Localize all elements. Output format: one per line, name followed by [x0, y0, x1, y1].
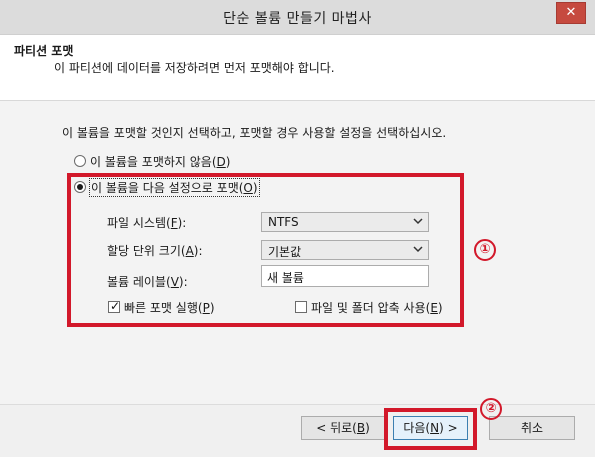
page-subtitle: 이 파티션에 데이터를 저장하려면 먼저 포맷해야 합니다. — [54, 61, 335, 75]
radio-no-format[interactable] — [74, 155, 86, 167]
annotation-badge-1: ① — [474, 239, 496, 261]
annotation-box-next — [384, 408, 477, 450]
wizard-header: 파티션 포맷 이 파티션에 데이터를 저장하려면 먼저 포맷해야 합니다. — [0, 35, 595, 101]
close-button[interactable]: ✕ — [556, 2, 586, 24]
window-title: 단순 볼륨 만들기 마법사 — [223, 11, 372, 27]
back-button[interactable]: < 뒤로(B) — [301, 416, 385, 440]
annotation-box-settings — [67, 173, 464, 327]
page-title: 파티션 포맷 — [14, 44, 74, 58]
annotation-badge-2: ② — [480, 398, 502, 420]
title-bar: 단순 볼륨 만들기 마법사 ✕ — [0, 0, 595, 35]
wizard-footer: < 뒤로(B) 다음(N) > 취소 — [0, 404, 595, 457]
wizard-body: 이 볼륨을 포맷할 것인지 선택하고, 포맷할 경우 사용할 설정을 선택하십시… — [0, 101, 595, 404]
radio-no-format-label[interactable]: 이 볼륨을 포맷하지 않음(D) — [90, 153, 230, 170]
cancel-button[interactable]: 취소 — [489, 416, 575, 440]
close-icon: ✕ — [565, 5, 577, 20]
instruction-text: 이 볼륨을 포맷할 것인지 선택하고, 포맷할 경우 사용할 설정을 선택하십시… — [62, 126, 447, 140]
